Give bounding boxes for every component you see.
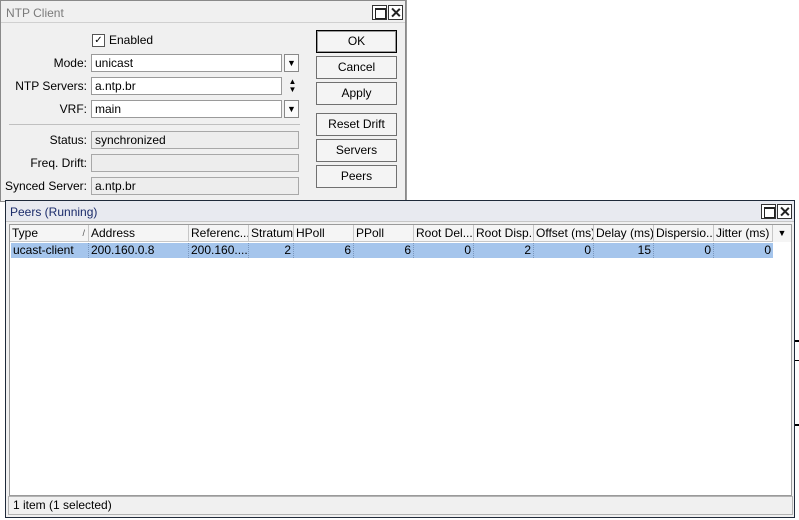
status-bar: 1 item (1 selected)	[8, 496, 793, 515]
freq-drift-label: Freq. Drift:	[30, 156, 87, 170]
freq-drift-field	[91, 154, 299, 172]
column-header-hpoll[interactable]: HPoll	[294, 225, 354, 242]
cell-root-dispersion: 2	[474, 243, 534, 258]
background-fragment	[795, 340, 799, 342]
synced-server-field: a.ntp.br	[91, 177, 299, 195]
column-header-delay[interactable]: Delay (ms)	[594, 225, 654, 242]
cancel-button[interactable]: Cancel	[316, 56, 397, 79]
background-fragment	[795, 360, 799, 361]
chevron-down-icon[interactable]: ▼	[284, 54, 299, 72]
peers-button[interactable]: Peers	[316, 165, 397, 188]
status-label: Status:	[49, 133, 87, 147]
mode-select[interactable]: unicast	[91, 54, 282, 72]
background-fragment	[795, 424, 799, 426]
ntp-servers-input[interactable]: a.ntp.br	[91, 77, 282, 95]
column-header-stratum[interactable]: Stratum	[249, 225, 294, 242]
mode-label: Mode:	[53, 56, 87, 70]
reset-drift-button[interactable]: Reset Drift	[316, 113, 397, 136]
enabled-checkbox[interactable]: ✓	[92, 34, 105, 47]
window-title: Peers (Running)	[10, 205, 98, 219]
background-fragment	[406, 0, 407, 200]
cell-delay: 15	[594, 243, 654, 258]
cell-root-delay: 0	[414, 243, 474, 258]
peers-table: Type / Address Referenc... Stratum HPoll …	[9, 224, 792, 496]
vrf-select[interactable]: main	[91, 100, 282, 118]
status-field: synchronized	[91, 131, 299, 149]
cell-offset: 0	[534, 243, 594, 258]
chevron-down-icon[interactable]: ▼	[284, 100, 299, 118]
peers-window: Peers (Running) Type / Address Referenc..…	[5, 200, 795, 518]
divider	[9, 124, 300, 125]
cell-ppoll: 6	[354, 243, 414, 258]
cell-reference: 200.160....	[191, 243, 249, 258]
column-header-ppoll[interactable]: PPoll	[354, 225, 414, 242]
column-header-offset[interactable]: Offset (ms)	[534, 225, 594, 242]
column-header-root-dispersion[interactable]: Root Disp...	[474, 225, 534, 242]
close-icon[interactable]	[388, 5, 403, 20]
table-header: Type / Address Referenc... Stratum HPoll …	[10, 225, 791, 242]
peers-titlebar[interactable]: Peers (Running)	[6, 201, 794, 222]
column-menu-icon[interactable]: ▼	[772, 225, 791, 242]
column-header-address[interactable]: Address	[89, 225, 189, 242]
synced-server-label: Synced Server:	[4, 179, 87, 193]
apply-button[interactable]: Apply	[316, 82, 397, 105]
ntp-client-window: NTP Client ✓ Enabled Mode: unicast ▼ NTP…	[0, 0, 406, 202]
column-header-type[interactable]: Type /	[10, 225, 89, 242]
sort-icon: /	[82, 228, 85, 238]
servers-button[interactable]: Servers	[316, 139, 397, 162]
cell-hpoll: 6	[294, 243, 354, 258]
close-icon[interactable]	[777, 204, 792, 219]
ntp-client-titlebar[interactable]: NTP Client	[1, 1, 405, 23]
cell-jitter: 0	[764, 243, 771, 257]
column-header-root-delay[interactable]: Root Del...	[414, 225, 474, 242]
add-remove-arrows-icon[interactable]: ▲ ▼	[285, 78, 300, 96]
column-header-reference[interactable]: Referenc...	[189, 225, 249, 242]
enabled-label: Enabled	[109, 33, 154, 47]
vrf-label: VRF:	[59, 102, 87, 116]
restore-icon[interactable]	[372, 5, 387, 20]
cell-dispersion: 0	[654, 243, 714, 258]
cell-address: 200.160.0.8	[89, 243, 189, 258]
column-header-dispersion[interactable]: Dispersio...	[654, 225, 714, 242]
ok-button[interactable]: OK	[316, 30, 397, 53]
cell-type: ucast-client	[11, 243, 89, 258]
restore-icon[interactable]	[761, 204, 776, 219]
table-row[interactable]: ucast-client 200.160.0.8 200.160.... 2 6…	[11, 243, 773, 258]
cell-stratum: 2	[249, 243, 294, 258]
column-header-jitter[interactable]: Jitter (ms)	[714, 225, 774, 242]
window-title: NTP Client	[6, 6, 64, 20]
ntp-servers-label: NTP Servers:	[15, 79, 87, 93]
